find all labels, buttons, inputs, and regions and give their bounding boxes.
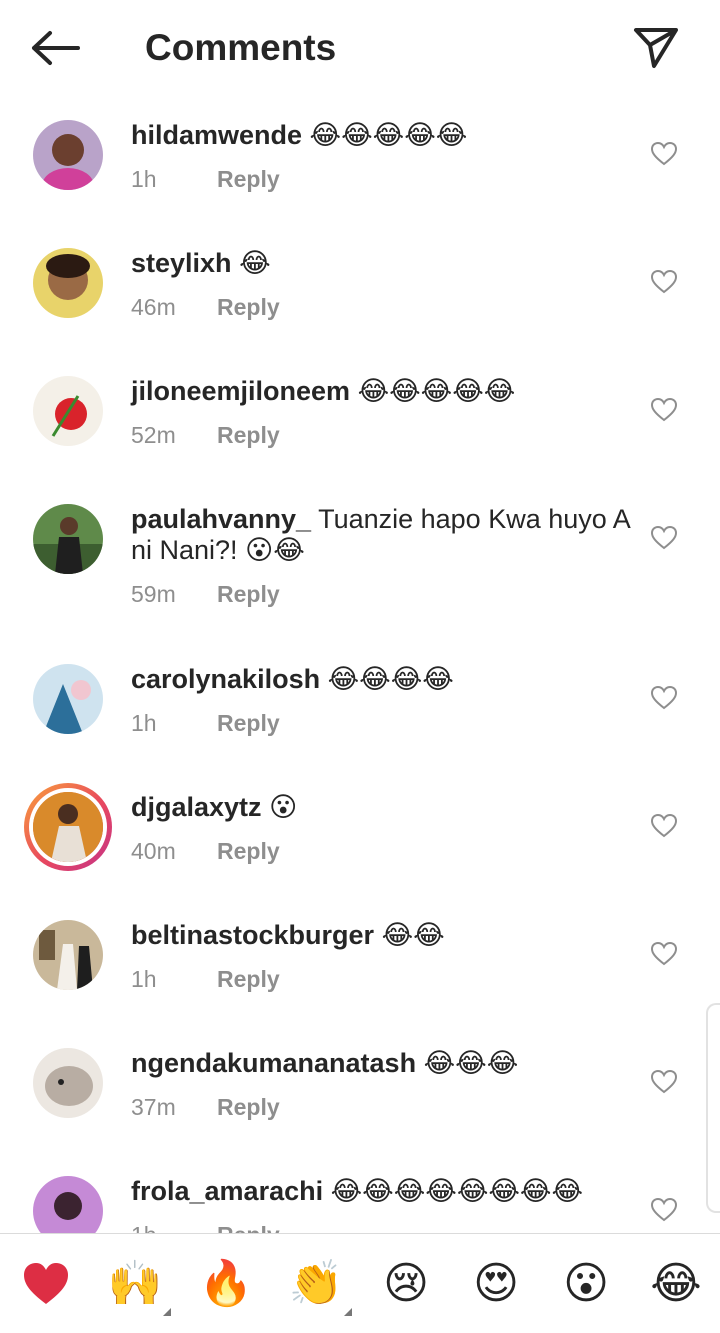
avatar[interactable] — [33, 1176, 103, 1233]
heart-outline-icon — [651, 142, 677, 166]
like-button[interactable] — [648, 1194, 680, 1226]
reply-button[interactable]: Reply — [217, 1094, 280, 1121]
comment-emoji: 😮😂 — [245, 535, 305, 566]
comment-time: 46m — [131, 294, 176, 320]
like-button[interactable] — [648, 810, 680, 842]
reaction-fire[interactable]: 🔥 — [196, 1256, 256, 1312]
heart-eyes-icon: 😍 — [473, 1258, 519, 1309]
reply-button[interactable]: Reply — [217, 966, 280, 993]
like-button[interactable] — [648, 1066, 680, 1098]
comment-emoji: 😂😂😂😂😂 — [357, 376, 516, 407]
reaction-raising-hands[interactable]: 🙌 — [105, 1256, 171, 1316]
reply-button[interactable]: Reply — [217, 422, 280, 449]
surprised-face-icon: 😮 — [563, 1258, 609, 1309]
heart-outline-icon — [651, 686, 677, 710]
variant-indicator — [344, 1308, 352, 1316]
comment-emoji: 😂 — [239, 248, 271, 279]
comment-username[interactable]: steylixh — [131, 248, 232, 278]
like-button[interactable] — [648, 394, 680, 426]
fire-icon: 🔥 — [198, 1258, 254, 1309]
heart-outline-icon — [651, 942, 677, 966]
crying-face-icon: 😢 — [383, 1258, 429, 1309]
avatar[interactable] — [33, 920, 103, 990]
comment-list[interactable]: hildamwende 😂😂😂😂😂 1h Reply steylixh 😂 46m… — [0, 96, 720, 1233]
reaction-red-heart[interactable] — [16, 1256, 76, 1312]
heart-outline-icon — [651, 1070, 677, 1094]
reaction-surprised-face[interactable]: 😮 — [556, 1256, 616, 1312]
comment-time: 1h — [131, 166, 157, 192]
like-button[interactable] — [648, 138, 680, 170]
header-bar: Comments — [0, 0, 720, 96]
like-button[interactable] — [648, 522, 680, 554]
raising-hands-icon: 🙌 — [107, 1258, 163, 1309]
reaction-clapping-hands[interactable]: 👏 — [286, 1256, 352, 1316]
clapping-hands-icon: 👏 — [288, 1258, 344, 1309]
reaction-crying-face[interactable]: 😢 — [376, 1256, 436, 1312]
avatar[interactable] — [33, 376, 103, 446]
comment-time: 59m — [131, 581, 176, 607]
comment-time: 1h — [131, 1222, 197, 1233]
avatar[interactable] — [33, 664, 103, 734]
like-button[interactable] — [648, 682, 680, 714]
comment-emoji: 😂😂😂😂 — [327, 664, 454, 695]
comment-emoji: 😂😂😂😂😂😂😂😂 — [330, 1176, 584, 1207]
comment-time: 1h — [131, 966, 157, 992]
reaction-tears-of-joy[interactable]: 😂 — [646, 1256, 706, 1312]
comment-emoji: 😮 — [269, 792, 298, 823]
comment-username[interactable]: ngendakumananatash — [131, 1048, 416, 1078]
reaction-heart-eyes[interactable]: 😍 — [466, 1256, 526, 1312]
tears-of-joy-icon: 😂 — [650, 1258, 702, 1309]
red-heart-icon — [24, 1263, 68, 1304]
avatar[interactable] — [33, 504, 103, 574]
comment-username[interactable]: carolynakilosh — [131, 664, 320, 694]
comment-time: 40m — [131, 838, 176, 864]
back-arrow-icon — [32, 31, 80, 65]
comment-time: 1h — [131, 710, 157, 736]
scroll-handle[interactable] — [706, 1003, 720, 1213]
comment-username[interactable]: djgalaxytz — [131, 792, 262, 822]
avatar[interactable] — [33, 120, 103, 190]
heart-outline-icon — [651, 526, 677, 550]
reply-button[interactable]: Reply — [217, 294, 280, 321]
reply-button[interactable]: Reply — [217, 581, 280, 608]
comment-emoji: 😂😂😂 — [423, 1048, 519, 1079]
like-button[interactable] — [648, 266, 680, 298]
like-button[interactable] — [648, 938, 680, 970]
comment-username[interactable]: beltinastockburger — [131, 920, 374, 950]
reply-button[interactable]: Reply — [217, 838, 280, 865]
variant-indicator — [163, 1308, 171, 1316]
reply-button[interactable]: Reply — [217, 710, 280, 737]
reply-button[interactable]: Reply — [217, 1222, 280, 1233]
paper-plane-icon — [634, 28, 678, 68]
comment-time: 52m — [131, 422, 176, 448]
reply-button[interactable]: Reply — [217, 166, 280, 193]
comment-emoji: 😂😂 — [381, 920, 445, 951]
comment-time: 37m — [131, 1094, 176, 1120]
page-title: Comments — [145, 27, 337, 68]
quick-reaction-bar: 🙌 🔥 👏 😢 😍 😮 😂 — [0, 1233, 720, 1333]
heart-outline-icon — [651, 270, 677, 294]
avatar[interactable] — [33, 1048, 103, 1118]
heart-outline-icon — [651, 814, 677, 838]
back-button[interactable] — [26, 24, 86, 72]
comment-emoji: 😂😂😂😂😂 — [309, 120, 468, 151]
heart-outline-icon — [651, 1198, 677, 1222]
heart-outline-icon — [651, 398, 677, 422]
comment-username[interactable]: hildamwende — [131, 120, 302, 150]
avatar-story-ring[interactable] — [24, 783, 112, 871]
comment-username[interactable]: jiloneemjiloneem — [131, 376, 350, 406]
comment-username[interactable]: frola_amarachi — [131, 1176, 323, 1206]
comment-username[interactable]: paulahvanny_ — [131, 504, 311, 534]
share-button[interactable] — [628, 22, 684, 74]
avatar[interactable] — [33, 248, 103, 318]
